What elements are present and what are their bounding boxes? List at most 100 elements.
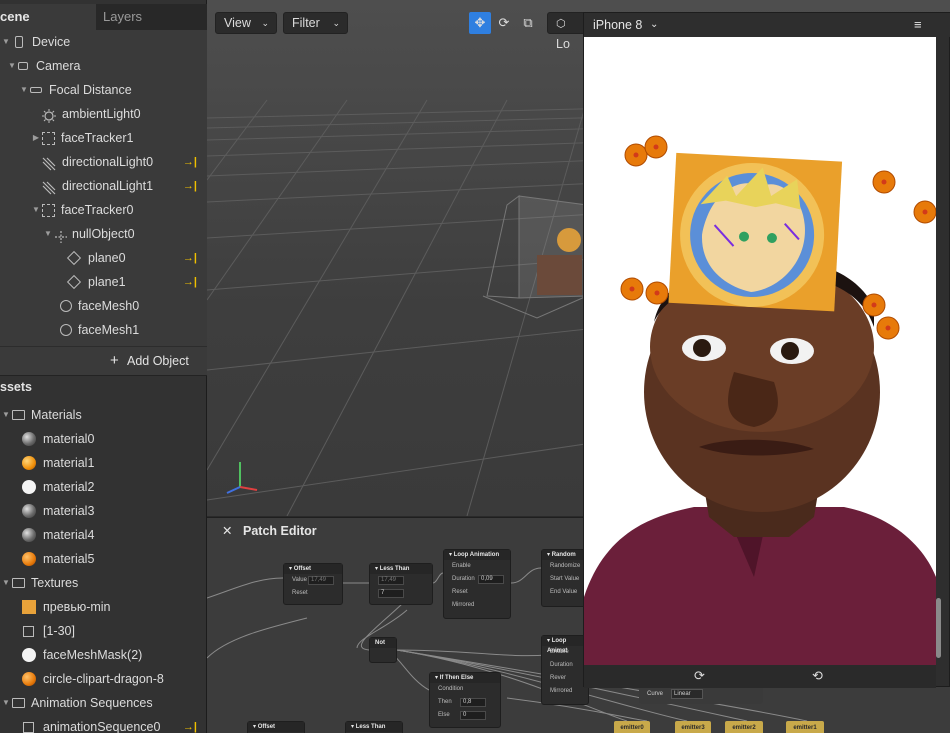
node-port-start-value[interactable]: Start Value (542, 573, 588, 586)
tab-layers[interactable]: Layers (96, 4, 207, 30)
asset-folder-animation-sequences[interactable]: ▼ Animation Sequences (0, 691, 153, 715)
expand-arrow-icon[interactable]: ▶ (30, 126, 42, 150)
add-object-button[interactable]: + Add Object (0, 346, 207, 376)
node-port-reset[interactable]: Reset (444, 586, 510, 599)
collapse-arrow-icon[interactable]: ▼ (18, 78, 30, 102)
link-icon[interactable]: →| (183, 246, 197, 270)
loop-animation-node[interactable]: ▾ Loop Animation Enable Duration 0,09 Re… (443, 549, 511, 619)
tree-item-plane1[interactable]: plane1 →| (66, 270, 207, 294)
tree-item-directional-light1[interactable]: directionalLight1 →| (42, 174, 207, 198)
cube-icon: ⬡ (556, 18, 566, 30)
port-value-field[interactable]: 0 (460, 711, 486, 720)
rotate-tool-button[interactable]: ⟳ (493, 12, 515, 34)
tree-item-camera[interactable]: ▼ Camera (6, 54, 80, 78)
asset-item-texture-preview[interactable]: превью-min (22, 595, 111, 619)
tree-item-ambient-light[interactable]: ambientLight0 (42, 102, 141, 126)
asset-item-material1[interactable]: material1 (22, 451, 94, 475)
offset-node-2[interactable]: ▾ Offset (247, 721, 305, 733)
emitter-node[interactable]: emitter2 (725, 721, 763, 733)
node-port-reverse[interactable]: Rever (542, 672, 588, 685)
rotate-device-icon[interactable]: ⟲ (812, 668, 823, 684)
asset-folder-materials[interactable]: ▼ Materials (0, 403, 82, 427)
if-then-else-node[interactable]: ▾ If Then Else Condition Then 0,8 Else 0 (429, 672, 501, 728)
collapse-arrow-icon[interactable]: ▼ (0, 403, 12, 427)
node-port-enable[interactable]: Enable (542, 646, 588, 659)
node-port-else[interactable]: Else 0 (430, 709, 500, 722)
link-icon[interactable]: →| (183, 150, 197, 174)
collapse-arrow-icon[interactable]: ▼ (30, 198, 42, 222)
node-port-condition[interactable]: Condition (430, 683, 500, 696)
collapse-arrow-icon[interactable]: ▼ (0, 30, 12, 54)
view-dropdown[interactable]: View ⌄ (215, 12, 277, 34)
asset-item-texture-facemeshmask[interactable]: faceMeshMask(2) (22, 643, 142, 667)
asset-item-material2[interactable]: material2 (22, 475, 94, 499)
port-value-field[interactable]: 17,49 (308, 576, 334, 585)
asset-label: Animation Sequences (31, 696, 153, 710)
node-port-mirrored[interactable]: Mirrored (444, 599, 510, 612)
tree-item-focal-distance[interactable]: ▼ Focal Distance (18, 78, 132, 102)
tree-item-directional-light0[interactable]: directionalLight0 →| (42, 150, 207, 174)
loop-animation-node-2[interactable]: ▾ Loop Animat Enable Duration Rever Mirr… (541, 635, 589, 705)
chevron-down-icon: ⌄ (332, 18, 340, 28)
emitter-node[interactable]: emitter3 (675, 721, 711, 733)
node-port-value[interactable]: Value 17,49 (284, 574, 342, 587)
port-value-field[interactable]: 0,09 (478, 575, 504, 584)
node-port-reset[interactable]: Reset (284, 587, 342, 600)
tree-item-nullobject0[interactable]: ▼ nullObject0 (42, 222, 135, 246)
collapse-arrow-icon[interactable]: ▼ (42, 222, 54, 246)
move-tool-button[interactable]: ✥ (469, 12, 491, 34)
menu-icon[interactable]: ≡ (914, 13, 922, 37)
asset-folder-textures[interactable]: ▼ Textures (0, 571, 78, 595)
random-node[interactable]: ▾ Random Randomize Start Value End Value (541, 549, 589, 607)
port-value-field[interactable]: 17,49 (378, 576, 404, 585)
asset-item-texture-dragon[interactable]: circle-clipart-dragon-8 (22, 667, 164, 691)
simulator-preview[interactable] (584, 37, 936, 665)
link-icon[interactable]: →| (183, 270, 197, 294)
asset-item-material3[interactable]: material3 (22, 499, 94, 523)
node-port-then[interactable]: Then 0,8 (430, 696, 500, 709)
port-value-field[interactable]: 7 (378, 589, 404, 598)
collapse-arrow-icon[interactable]: ▼ (0, 571, 12, 595)
not-node[interactable]: Not (369, 637, 397, 663)
node-port-enable[interactable]: Enable (444, 560, 510, 573)
tree-item-facetracker0[interactable]: ▼ faceTracker0 (30, 198, 133, 222)
node-port-mirrored[interactable]: Mirrored (542, 685, 588, 698)
less-than-node-2[interactable]: ▾ Less Than (345, 721, 403, 733)
local-global-dropdown[interactable]: ⬡ Lo (547, 12, 587, 51)
curve-dropdown[interactable]: Linear (671, 689, 703, 699)
asset-item-animation-sequence0[interactable]: animationSequence0 →| (22, 715, 207, 733)
emitter-node[interactable]: emitter0 (614, 721, 650, 733)
node-port-duration[interactable]: Duration (542, 659, 588, 672)
tree-item-label: faceMesh1 (78, 323, 140, 337)
node-title-text: If Then Else (439, 675, 474, 681)
tree-item-facetracker1[interactable]: ▶ faceTracker1 (30, 126, 134, 150)
chevron-down-icon[interactable]: ⌄ (650, 13, 658, 37)
tree-item-plane0[interactable]: plane0 →| (66, 246, 207, 270)
asset-item-texture-sequence[interactable]: [1-30] (22, 619, 75, 643)
asset-item-material0[interactable]: material0 (22, 427, 94, 451)
refresh-icon[interactable]: ⟳ (694, 668, 705, 684)
asset-item-material5[interactable]: material5 (22, 547, 94, 571)
scrollbar-thumb[interactable] (936, 598, 941, 658)
node-port-randomize[interactable]: Randomize (542, 560, 588, 573)
collapse-arrow-icon[interactable]: ▼ (0, 691, 12, 715)
asset-item-material4[interactable]: material4 (22, 523, 94, 547)
tree-item-facemesh1[interactable]: faceMesh1 (60, 318, 139, 342)
link-icon[interactable]: →| (183, 174, 197, 198)
link-icon[interactable]: →| (183, 715, 197, 733)
offset-node[interactable]: ▾ Offset Value 17,49 Reset (283, 563, 343, 605)
scale-tool-button[interactable]: ⧉ (517, 12, 539, 34)
tab-scene[interactable]: cene (0, 4, 96, 30)
node-port-duration[interactable]: Duration 0,09 (444, 573, 510, 586)
node-port-a[interactable]: 17,49 (370, 574, 432, 587)
filter-dropdown[interactable]: Filter ⌄ (283, 12, 348, 34)
node-port-end-value[interactable]: End Value (542, 586, 588, 599)
tree-item-facemesh0[interactable]: faceMesh0 (60, 294, 139, 318)
tree-item-device[interactable]: ▼ Device (0, 30, 70, 54)
collapse-arrow-icon[interactable]: ▼ (6, 54, 18, 78)
port-value-field[interactable]: 0,8 (460, 698, 486, 707)
less-than-node[interactable]: ▾ Less Than 17,49 7 (369, 563, 433, 605)
node-port-b[interactable]: 7 (370, 587, 432, 600)
emitter-node[interactable]: emitter1 (786, 721, 824, 733)
device-selector[interactable]: iPhone 8 (593, 13, 642, 37)
